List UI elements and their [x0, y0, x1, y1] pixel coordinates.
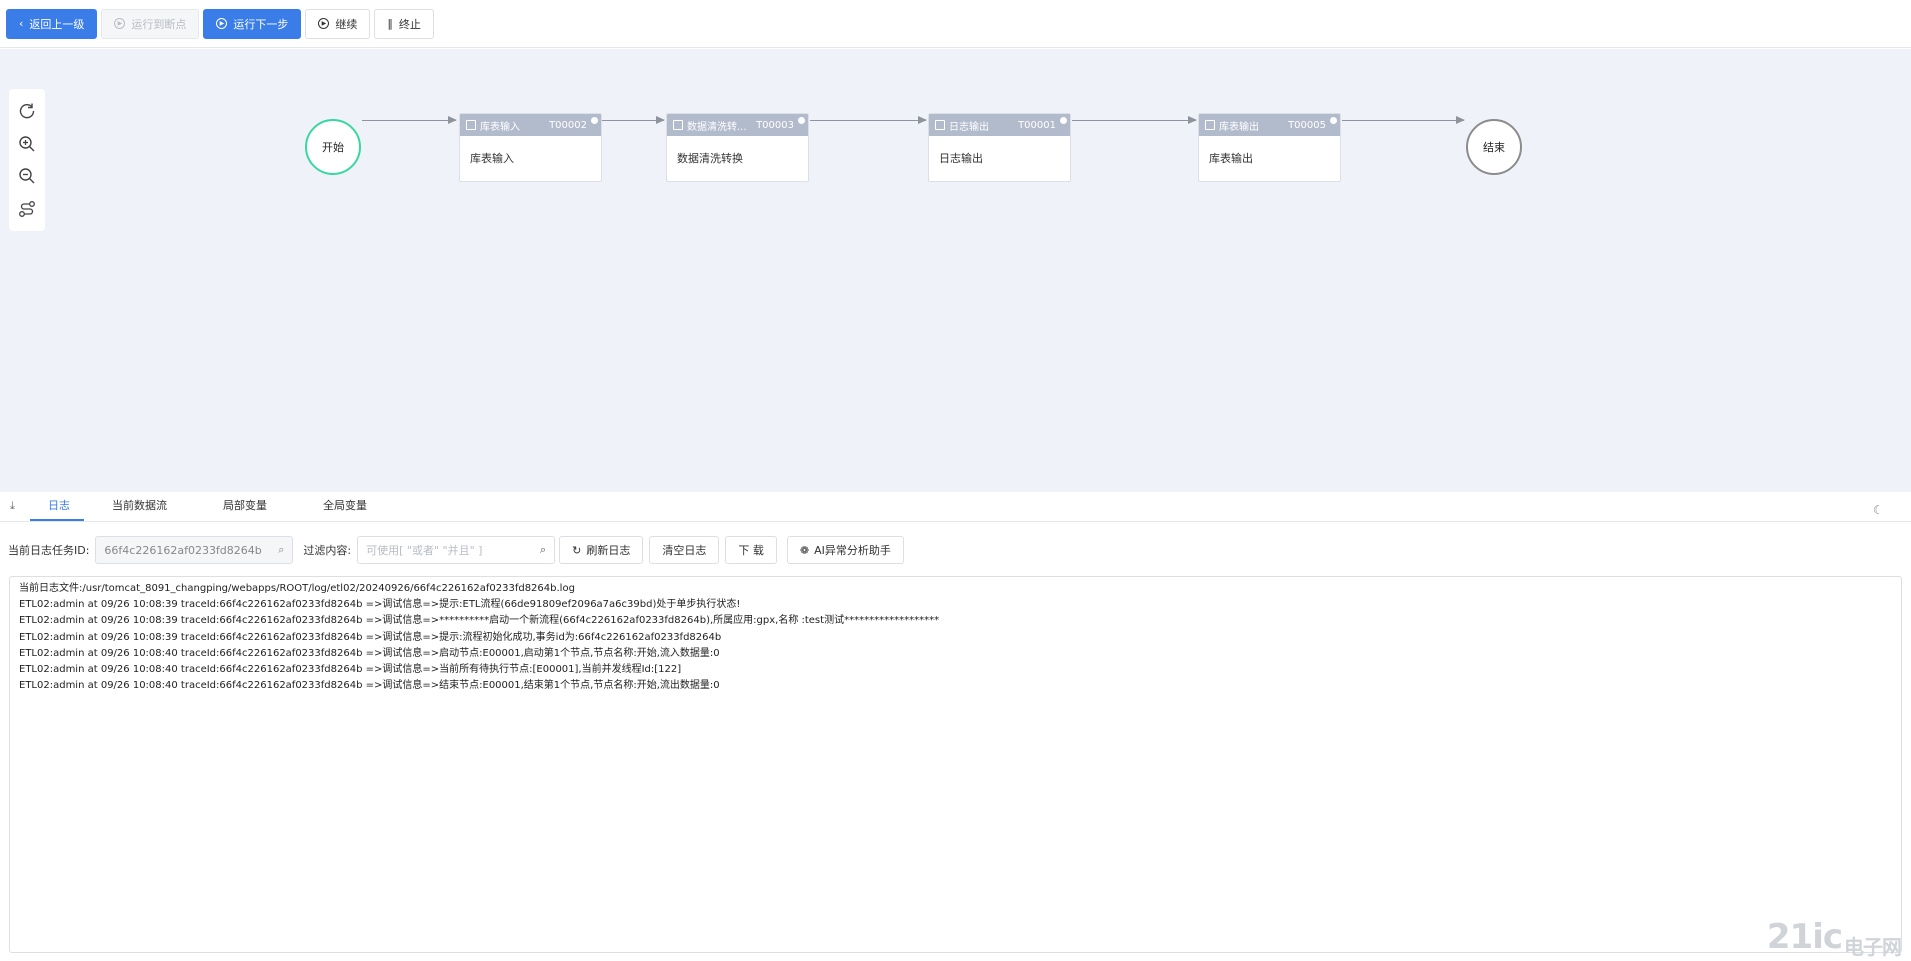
table-input-icon	[466, 120, 476, 130]
watermark-logo: 21ic 电子网	[1766, 917, 1902, 959]
zoom-controls	[9, 89, 45, 231]
layout-icon[interactable]	[16, 198, 38, 220]
pause-icon: ‖	[387, 17, 393, 30]
flow-edge	[1072, 116, 1197, 124]
status-dot-icon	[591, 117, 598, 124]
log-panel: ⤓ 日志 当前数据流 局部变量 全局变量 ☾ 当前日志任务ID: 66f4c22…	[0, 492, 1911, 961]
watermark-main: 21ic	[1766, 917, 1843, 957]
log-output-icon	[935, 120, 945, 130]
log-line: ETL02:admin at 09/26 10:08:40 traceId:66…	[19, 664, 682, 676]
back-label: 返回上一级	[29, 17, 85, 31]
start-node-label: 开始	[322, 141, 344, 154]
task-node[interactable]: 数据清洗转... T00003 数据清洗转换	[666, 113, 809, 182]
run-next-step-button[interactable]: ▶ 运行下一步	[203, 8, 302, 39]
task-node-header: 数据清洗转... T00003	[667, 114, 808, 136]
download-button[interactable]: 下 载	[725, 536, 777, 564]
run-next-step-label: 运行下一步	[233, 17, 289, 31]
watermark-sub: 电子网	[1844, 935, 1902, 959]
flow-edge	[1342, 116, 1465, 124]
task-node[interactable]: 日志输出 T00001 日志输出	[928, 113, 1071, 182]
task-node-name: 数据清洗转...	[687, 121, 747, 133]
task-node-body: 数据清洗转换	[677, 152, 743, 165]
continue-button[interactable]: ▶ 继续	[305, 8, 371, 39]
task-node-body: 库表输出	[1209, 152, 1253, 165]
play-circle-icon: ▶	[216, 18, 228, 29]
tab-global-vars[interactable]: 全局变量	[295, 497, 395, 521]
run-to-breakpoint-button[interactable]: ▶ 运行到断点	[101, 8, 200, 39]
filter-content-label: 过滤内容:	[303, 544, 352, 557]
zoom-in-icon[interactable]	[16, 133, 38, 155]
flow-edge	[362, 116, 457, 124]
refresh-icon: ↻	[572, 543, 582, 557]
flow-edge	[602, 116, 665, 124]
log-output[interactable]: 当前日志文件:/usr/tomcat_8091_changping/webapp…	[9, 576, 1902, 953]
status-dot-icon	[798, 117, 805, 124]
tab-local-vars[interactable]: 局部变量	[195, 497, 295, 521]
stop-label: 终止	[398, 17, 421, 31]
start-node[interactable]: 开始	[305, 119, 361, 175]
task-node-name: 库表输出	[1219, 121, 1259, 133]
task-id-label: 当前日志任务ID:	[8, 544, 90, 557]
status-dot-icon	[1060, 117, 1067, 124]
task-node-header: 库表输出 T00005	[1199, 114, 1340, 136]
log-line: ETL02:admin at 09/26 10:08:39 traceId:66…	[19, 615, 940, 627]
filter-content-placeholder: 可使用[ "或者" "并且" ]	[366, 544, 483, 557]
log-line: ETL02:admin at 09/26 10:08:39 traceId:66…	[19, 631, 722, 643]
flow-canvas[interactable]: 开始 库表输入 T00002 库表输入 数据清洗转... T00003 数据清洗…	[0, 49, 1911, 492]
end-node-label: 结束	[1483, 141, 1505, 154]
task-node[interactable]: 库表输出 T00005 库表输出	[1198, 113, 1341, 182]
ai-analysis-label: AI异常分析助手	[814, 544, 891, 557]
tab-current-stream[interactable]: 当前数据流	[84, 497, 195, 521]
log-line: ETL02:admin at 09/26 10:08:40 traceId:66…	[19, 647, 720, 659]
table-output-icon	[1205, 120, 1215, 130]
transform-icon	[673, 120, 683, 130]
clear-log-button[interactable]: 清空日志	[649, 536, 720, 564]
search-icon: ⌕	[278, 543, 285, 556]
filter-row: 当前日志任务ID: 66f4c226162af0233fd8264b ⌕ 过滤内…	[8, 536, 904, 564]
ai-analysis-button[interactable]: ❁ AI异常分析助手	[786, 536, 904, 564]
play-circle-icon: ▶	[318, 18, 330, 29]
task-node-body: 日志输出	[939, 152, 983, 165]
download-arrow-icon[interactable]: ⤓	[10, 499, 30, 521]
task-node-code: T00001	[1018, 119, 1056, 131]
moon-icon[interactable]: ☾	[1873, 503, 1887, 517]
task-node-name: 库表输入	[480, 121, 520, 133]
panel-tabs: ⤓ 日志 当前数据流 局部变量 全局变量 ☾	[0, 492, 1911, 522]
tab-log[interactable]: 日志	[30, 497, 84, 521]
refresh-icon[interactable]	[16, 100, 38, 122]
toolbar: ‹ 返回上一级 ▶ 运行到断点 ▶ 运行下一步 ▶ 继续 ‖ 终止	[0, 0, 1911, 48]
search-icon: ⌕	[539, 543, 547, 556]
refresh-log-label: 刷新日志	[586, 544, 631, 557]
task-node-body: 库表输入	[470, 152, 514, 165]
back-button[interactable]: ‹ 返回上一级	[6, 8, 98, 39]
continue-label: 继续	[335, 17, 358, 31]
ai-icon: ❁	[799, 543, 810, 557]
refresh-log-button[interactable]: ↻ 刷新日志	[559, 536, 644, 564]
task-node[interactable]: 库表输入 T00002 库表输入	[459, 113, 602, 182]
task-id-input[interactable]: 66f4c226162af0233fd8264b ⌕	[95, 536, 294, 564]
log-line: ETL02:admin at 09/26 10:08:40 traceId:66…	[19, 680, 720, 692]
task-node-name: 日志输出	[949, 121, 989, 133]
status-dot-icon	[1330, 117, 1337, 124]
run-to-breakpoint-label: 运行到断点	[131, 17, 187, 31]
chevron-left-icon: ‹	[19, 17, 24, 30]
task-node-code: T00002	[549, 119, 587, 131]
stop-button[interactable]: ‖ 终止	[374, 8, 434, 39]
zoom-out-icon[interactable]	[16, 165, 38, 187]
task-id-value: 66f4c226162af0233fd8264b	[104, 543, 262, 557]
end-node[interactable]: 结束	[1466, 119, 1522, 175]
flow-edge	[810, 116, 927, 124]
clear-log-label: 清空日志	[662, 544, 707, 557]
log-line: ETL02:admin at 09/26 10:08:39 traceId:66…	[19, 599, 741, 611]
task-node-code: T00005	[1288, 119, 1326, 131]
task-node-header: 日志输出 T00001	[929, 114, 1070, 136]
task-node-header: 库表输入 T00002	[460, 114, 601, 136]
play-circle-icon: ▶	[114, 18, 126, 29]
log-line: 当前日志文件:/usr/tomcat_8091_changping/webapp…	[19, 583, 575, 594]
filter-content-input[interactable]: 可使用[ "或者" "并且" ] ⌕	[357, 536, 556, 564]
task-node-code: T00003	[756, 119, 794, 131]
download-label: 下 载	[738, 544, 764, 557]
